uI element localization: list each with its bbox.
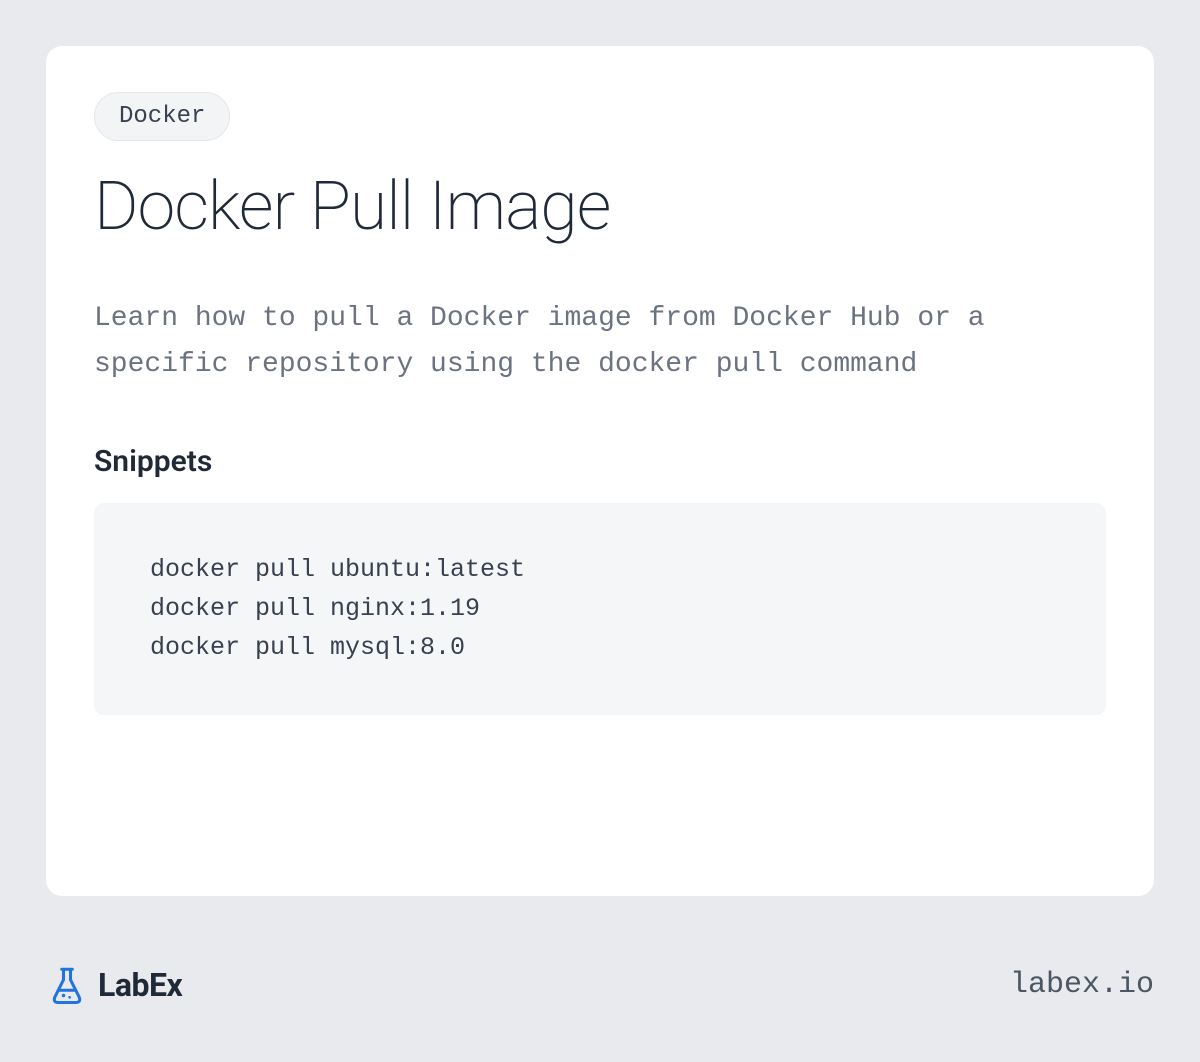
flask-icon	[46, 964, 88, 1006]
content-card: Docker Docker Pull Image Learn how to pu…	[46, 46, 1154, 896]
brand-logo: LabEx	[46, 964, 182, 1006]
snippets-heading: Snippets	[94, 444, 1106, 479]
footer: LabEx labex.io	[46, 964, 1154, 1006]
brand-name: LabEx	[98, 966, 182, 1004]
page-description: Learn how to pull a Docker image from Do…	[94, 296, 1106, 388]
page-title: Docker Pull Image	[94, 169, 1106, 244]
category-tag: Docker	[94, 92, 230, 141]
code-snippet: docker pull ubuntu:latest docker pull ng…	[94, 503, 1106, 715]
site-url: labex.io	[1010, 968, 1154, 1002]
